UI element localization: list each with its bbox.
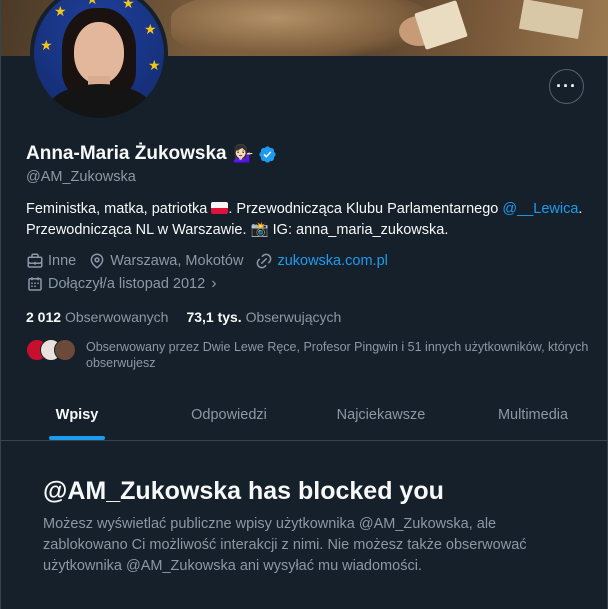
display-name: Anna-Maria Żukowska 💁🏻‍♀️ bbox=[26, 143, 277, 165]
display-name-text: Anna-Maria Żukowska bbox=[26, 143, 227, 164]
following-stat[interactable]: 2 012 Obserwowanych bbox=[26, 309, 168, 325]
more-icon: ··· bbox=[556, 76, 577, 96]
tab-posts[interactable]: Wpisy bbox=[1, 390, 153, 440]
joined-date-text: Dołączył/a listopad 2012 bbox=[48, 276, 206, 292]
profile-page: ★ ★ ★ ★ ★ ★ ··· Anna-Maria Żukowska 💁🏻‍♀… bbox=[0, 0, 608, 609]
banner-art-cloth bbox=[171, 0, 431, 56]
verified-badge-icon[interactable] bbox=[258, 145, 277, 164]
link-icon bbox=[257, 253, 272, 269]
joined-date-item[interactable]: Dołączył/a listopad 2012 › bbox=[26, 275, 217, 293]
tab-replies[interactable]: Odpowiedzi bbox=[153, 390, 305, 440]
poland-flag-icon bbox=[211, 202, 229, 214]
followers-label: Obserwujących bbox=[245, 309, 342, 325]
following-label: Obserwowanych bbox=[64, 309, 169, 325]
mutual-avatar-3 bbox=[54, 339, 76, 361]
profile-tabs: Wpisy Odpowiedzi Najciekawsze Multimedia bbox=[1, 390, 608, 441]
bio-text-2: . Przewodnicząca Klubu Parlamentarnego bbox=[228, 201, 499, 217]
briefcase-icon bbox=[27, 253, 43, 268]
tab-highlights[interactable]: Najciekawsze bbox=[305, 390, 457, 440]
followers-stat[interactable]: 73,1 tys. Obserwujących bbox=[186, 309, 341, 325]
name-emoji: 💁🏻‍♀️ bbox=[232, 144, 254, 163]
active-tab-indicator bbox=[49, 436, 105, 440]
followed-by-text: Obserwowany przez Dwie Lewe Ręce, Profes… bbox=[86, 340, 589, 370]
following-count: 2 012 bbox=[26, 309, 62, 325]
bio-mention-link[interactable]: @__Lewica bbox=[502, 201, 578, 217]
avatar-image: ★ ★ ★ ★ ★ ★ bbox=[34, 0, 164, 118]
location-item: Warszawa, Mokotów bbox=[88, 252, 243, 270]
more-options-button[interactable]: ··· bbox=[549, 69, 584, 104]
location-pin-icon bbox=[90, 253, 104, 269]
category-text: Inne bbox=[48, 253, 77, 269]
mutual-followers-avatars bbox=[26, 339, 82, 363]
tab-highlights-label: Najciekawsze bbox=[336, 407, 426, 423]
followers-count: 73,1 tys. bbox=[186, 309, 242, 325]
tab-replies-label: Odpowiedzi bbox=[191, 407, 267, 423]
category-item: Inne bbox=[26, 252, 76, 270]
blocked-notice-description: Możesz wyświetlać publiczne wpisy użytko… bbox=[43, 516, 527, 574]
profile-meta: Inne Warszawa, Mokotów zukowska.com.pl bbox=[26, 252, 400, 270]
location-text: Warszawa, Mokotów bbox=[110, 253, 244, 269]
banner-art-paper-2 bbox=[518, 0, 584, 39]
tab-media-label: Multimedia bbox=[497, 407, 569, 423]
website-link[interactable]: zukowska.com.pl bbox=[277, 253, 387, 269]
tab-posts-label: Wpisy bbox=[55, 407, 99, 423]
tab-media[interactable]: Multimedia bbox=[457, 390, 608, 440]
calendar-icon bbox=[28, 277, 42, 291]
camera-flash-icon: 📸 bbox=[250, 222, 269, 238]
followed-by-summary[interactable]: Obserwowany przez Dwie Lewe Ręce, Profes… bbox=[26, 339, 596, 371]
avatar[interactable]: ★ ★ ★ ★ ★ ★ bbox=[30, 0, 168, 122]
user-handle: @AM_Zukowska bbox=[26, 169, 136, 185]
profile-bio: Feministka, matka, patriotka . Przewodni… bbox=[26, 199, 586, 241]
chevron-right-icon: › bbox=[211, 275, 217, 292]
website-item[interactable]: zukowska.com.pl bbox=[255, 252, 388, 270]
bio-text-4: IG: anna_maria_zukowska. bbox=[268, 222, 449, 238]
blocked-notice-title: @AM_Zukowska has blocked you bbox=[43, 477, 444, 505]
bio-text-1: Feministka, matka, patriotka bbox=[26, 201, 208, 217]
follow-stats: 2 012 Obserwowanych 73,1 tys. Obserwując… bbox=[26, 309, 359, 325]
